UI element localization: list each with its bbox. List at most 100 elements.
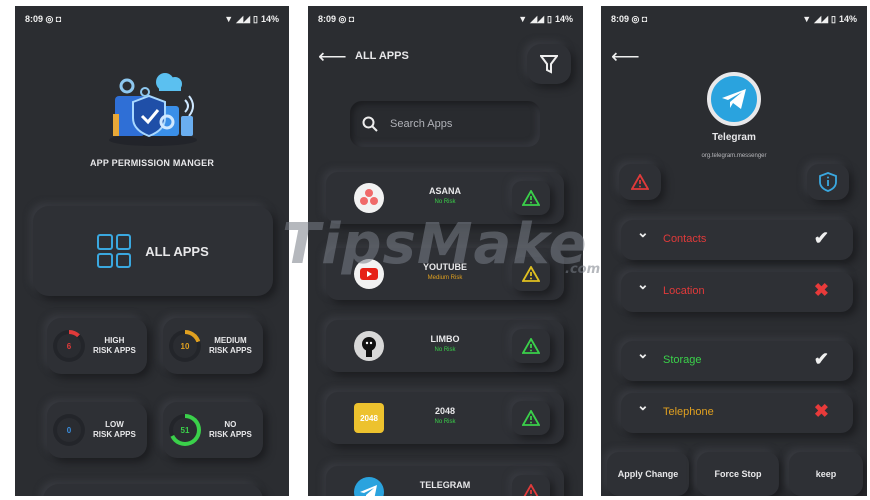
signal-icon: ◢◢ xyxy=(530,13,545,24)
app-list-item[interactable]: TELEGRAM xyxy=(326,466,564,496)
risk-card-label: LOW RISK APPS xyxy=(93,420,136,440)
risk-level: LOW xyxy=(105,420,124,429)
more-card[interactable] xyxy=(43,484,263,496)
warning-icon xyxy=(631,174,649,190)
all-apps-card[interactable]: ALL APPS xyxy=(33,206,273,296)
security-illustration xyxy=(109,73,197,146)
warning-icon xyxy=(522,410,540,426)
risk-card-label: NO RISK APPS xyxy=(209,420,252,440)
risk-card[interactable]: 51 NO RISK APPS xyxy=(163,402,263,458)
permission-row[interactable]: ⌄ Location ✖ xyxy=(621,272,853,312)
risk-card[interactable]: 0 LOW RISK APPS xyxy=(47,402,147,458)
risk-warning-button[interactable] xyxy=(619,164,661,200)
risk-card[interactable]: 6 HIGH RISK APPS xyxy=(47,318,147,374)
page-title: ALL APPS xyxy=(355,50,409,62)
status-bar: 8:09 ◎ ◘ ▼ ◢◢ ▯ 14% xyxy=(25,13,279,25)
status-time: 8:09 xyxy=(318,13,337,24)
permission-row[interactable]: ⌄ Storage ✔ xyxy=(621,341,853,381)
info-button[interactable] xyxy=(807,164,849,200)
signal-icon: ◢◢ xyxy=(236,13,251,24)
risk-level: NO xyxy=(224,420,237,429)
filter-button[interactable] xyxy=(527,44,571,84)
screen-app-detail: 8:09 ◎ ◘ ▼ ◢◢ ▯ 14% ⟵ Telegram org.telegram… xyxy=(601,6,867,496)
app-title: APP PERMISSION MANGER xyxy=(89,158,215,168)
app-list-item[interactable]: 2048 2048 No Risk xyxy=(326,392,564,444)
back-arrow-icon[interactable]: ⟵ xyxy=(611,44,640,69)
check-icon[interactable]: ✔ xyxy=(814,349,829,370)
warning-icon xyxy=(522,190,540,206)
telegram-logo-icon xyxy=(707,72,761,126)
chevron-down-icon: ⌄ xyxy=(637,224,649,240)
risk-card[interactable]: 10 MEDIUM RISK APPS xyxy=(163,318,263,374)
risk-progress-ring: 51 xyxy=(169,414,201,446)
risk-suffix: RISK APPS xyxy=(209,346,252,355)
battery-icon: ▯ xyxy=(547,13,552,24)
screen-home: 8:09 ◎ ◘ ▼ ◢◢ ▯ 14% APP PERMISSION MANGER A… xyxy=(15,6,289,496)
battery-icon: ▯ xyxy=(831,13,836,24)
risk-card-label: HIGH RISK APPS xyxy=(93,336,136,356)
chevron-down-icon: ⌄ xyxy=(637,345,649,361)
apply-change-button[interactable]: Apply Change xyxy=(607,452,689,496)
risk-card-label: MEDIUM RISK APPS xyxy=(209,336,252,356)
risk-level: HIGH xyxy=(104,336,125,345)
battery-icon: ▯ xyxy=(253,13,258,24)
cross-icon[interactable]: ✖ xyxy=(814,280,829,301)
app-list-item[interactable]: YOUTUBE Medium Risk xyxy=(326,248,564,300)
keep-button[interactable]: keep xyxy=(789,452,863,496)
package-name: org.telegram.messenger xyxy=(701,153,767,159)
search-input[interactable]: Search Apps xyxy=(350,101,540,147)
risk-count: 51 xyxy=(173,418,197,442)
app-list-item[interactable]: ASANA No Risk xyxy=(326,172,564,224)
all-apps-label: ALL APPS xyxy=(145,243,209,259)
filter-icon xyxy=(540,55,558,74)
search-icon xyxy=(362,116,378,132)
risk-count: 0 xyxy=(57,418,81,442)
warning-icon xyxy=(523,484,539,496)
status-time: 8:09 xyxy=(611,13,630,24)
permission-label: Storage xyxy=(663,354,702,366)
app-list-item[interactable]: LIMBO No Risk xyxy=(326,320,564,372)
grid-icon xyxy=(97,234,132,268)
risk-progress-ring: 10 xyxy=(169,330,201,362)
risk-suffix: RISK APPS xyxy=(93,430,136,439)
risk-warning-button[interactable] xyxy=(512,329,550,363)
battery-percent: 14% xyxy=(554,14,573,24)
check-icon[interactable]: ✔ xyxy=(814,228,829,249)
warning-icon xyxy=(522,266,540,282)
status-time: 8:09 xyxy=(25,13,44,24)
risk-warning-button[interactable] xyxy=(512,257,550,291)
permission-row[interactable]: ⌄ Contacts ✔ xyxy=(621,220,853,260)
search-placeholder: Search Apps xyxy=(390,118,453,130)
chevron-down-icon: ⌄ xyxy=(637,397,649,413)
permission-label: Location xyxy=(663,285,705,297)
permission-row[interactable]: ⌄ Telephone ✖ xyxy=(621,393,853,433)
screen-all-apps: 8:09 ◎ ◘ ▼ ◢◢ ▯ 14% ⟵ ALL APPS Search Apps … xyxy=(308,6,583,496)
risk-warning-button[interactable] xyxy=(512,475,550,496)
wifi-icon: ▼ xyxy=(224,14,234,24)
cross-icon[interactable]: ✖ xyxy=(814,401,829,422)
risk-warning-button[interactable] xyxy=(512,181,550,215)
risk-level: MEDIUM xyxy=(214,336,247,345)
status-bar: 8:09 ◎ ◘ ▼ ◢◢ ▯ 14% xyxy=(611,13,857,25)
signal-icon: ◢◢ xyxy=(814,13,829,24)
force-stop-button[interactable]: Force Stop xyxy=(697,452,779,496)
app-name: Telegram xyxy=(712,132,756,143)
risk-progress-ring: 6 xyxy=(53,330,85,362)
risk-suffix: RISK APPS xyxy=(209,430,252,439)
chevron-down-icon: ⌄ xyxy=(637,276,649,292)
risk-warning-button[interactable] xyxy=(512,401,550,435)
battery-percent: 14% xyxy=(838,14,857,24)
wifi-icon: ▼ xyxy=(802,14,812,24)
permission-label: Telephone xyxy=(663,406,714,418)
back-arrow-icon[interactable]: ⟵ xyxy=(318,44,347,69)
info-icon xyxy=(819,172,837,192)
risk-progress-ring: 0 xyxy=(53,414,85,446)
warning-icon xyxy=(522,338,540,354)
permission-label: Contacts xyxy=(663,233,707,245)
risk-count: 6 xyxy=(57,334,81,358)
risk-suffix: RISK APPS xyxy=(93,346,136,355)
battery-percent: 14% xyxy=(260,14,279,24)
risk-count: 10 xyxy=(173,334,197,358)
wifi-icon: ▼ xyxy=(518,14,528,24)
status-bar: 8:09 ◎ ◘ ▼ ◢◢ ▯ 14% xyxy=(318,13,573,25)
